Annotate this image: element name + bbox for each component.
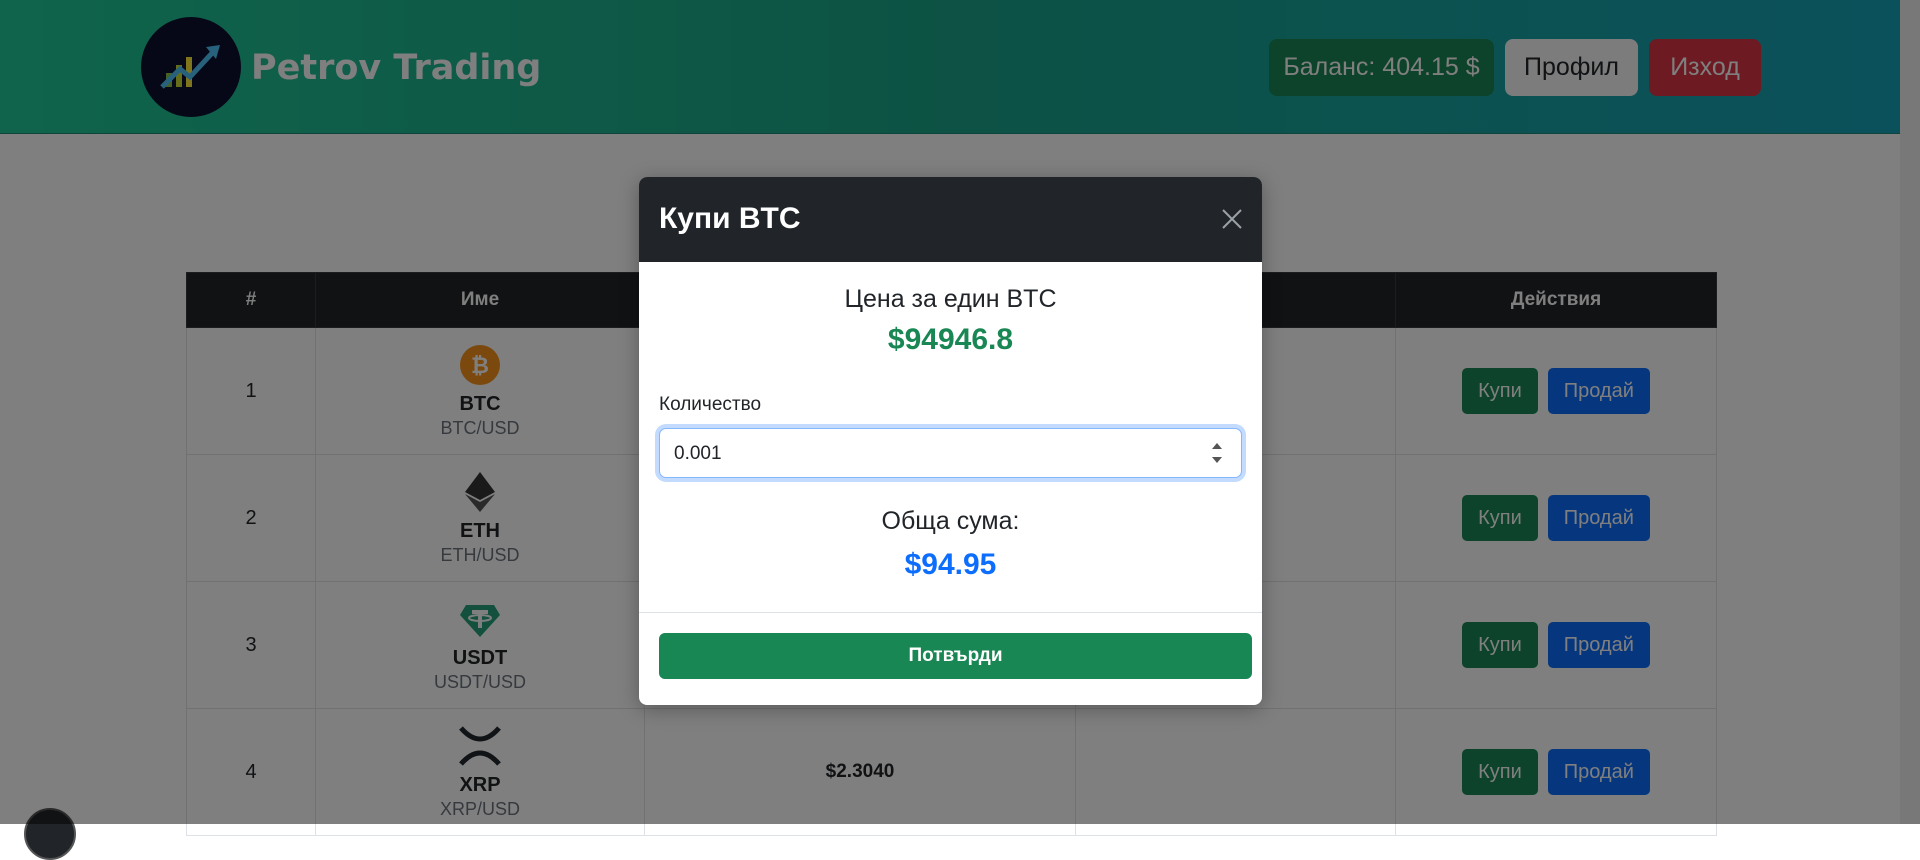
buy-modal: Купи BTC Цена за един BTC $94946.8 Колич… (639, 177, 1262, 705)
price-value: $94946.8 (887, 323, 1014, 356)
spin-up-icon[interactable] (1209, 439, 1225, 453)
total-value: $94.95 (904, 548, 997, 581)
divider (639, 612, 1262, 613)
total-label: Обща сума: (881, 507, 1020, 535)
quantity-input[interactable] (674, 442, 1174, 466)
modal-header: Купи BTC (639, 177, 1262, 262)
modal-title: Купи BTC (659, 202, 801, 235)
close-icon[interactable] (1216, 203, 1248, 235)
quantity-stepper[interactable] (1209, 439, 1225, 469)
price-label: Цена за един BTC (844, 285, 1057, 313)
spin-down-icon[interactable] (1209, 453, 1225, 467)
quantity-label: Количество (659, 394, 762, 415)
quantity-field[interactable] (659, 428, 1242, 478)
confirm-button[interactable]: Потвърди (659, 633, 1252, 679)
